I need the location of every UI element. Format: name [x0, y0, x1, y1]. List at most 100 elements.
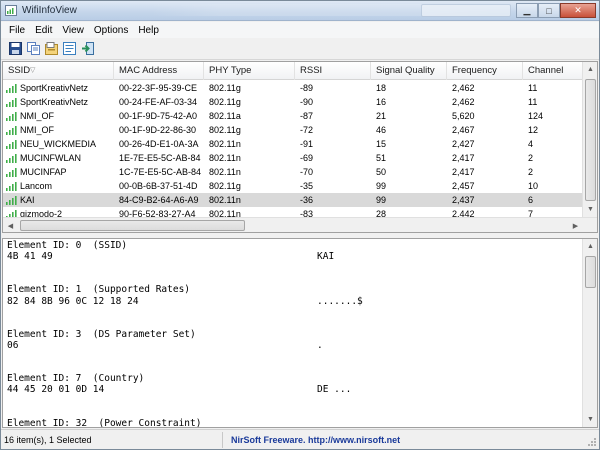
cell-rssi: -72 — [295, 123, 371, 137]
table-row[interactable]: MUCINFWLAN 1E-7E-E5-5C-AB-84 802.11n -69 51 2… — [3, 151, 583, 165]
scroll-up-icon[interactable]: ▲ — [583, 239, 597, 254]
copy-button[interactable] — [25, 40, 42, 57]
networks-list[interactable]: SSID ▽ MAC Address PHY Type RSSI Signal … — [2, 61, 598, 233]
cell-text: 2,462 — [452, 83, 475, 93]
column-header-signal[interactable]: Signal Quality — [371, 62, 447, 80]
cell-frequency: 2,457 — [447, 179, 523, 193]
cell-mac: 00-0B-6B-37-51-4D — [114, 179, 204, 193]
cell-text: 00-0B-6B-37-51-4D — [119, 181, 198, 191]
table-row[interactable]: Lancom 00-0B-6B-37-51-4D 802.11g -35 99 2,457… — [3, 179, 583, 193]
menu-view[interactable]: View — [57, 25, 89, 36]
scroll-down-icon[interactable]: ▼ — [583, 202, 597, 217]
cell-text: 11 — [528, 83, 538, 93]
close-button[interactable]: ✕ — [560, 3, 596, 18]
cell-channel: 2 — [523, 151, 583, 165]
table-row[interactable]: KAI 84-C9-B2-64-A6-A9 802.11n -36 99 2,437 6 — [3, 193, 583, 207]
table-row[interactable]: MUCINFAP 1C-7E-E5-5C-AB-84 802.11n -70 50 2,4… — [3, 165, 583, 179]
properties-button[interactable] — [61, 40, 78, 57]
scroll-down-icon[interactable]: ▼ — [583, 412, 597, 427]
cell-rssi: -69 — [295, 151, 371, 165]
hscroll-thumb[interactable] — [20, 220, 245, 231]
column-header-ssid[interactable]: SSID ▽ — [3, 62, 114, 80]
cell-ssid: SportKreativNetz — [3, 81, 114, 95]
item-count: 16 item(s), 1 Selected — [1, 431, 223, 448]
element-block: Element ID: 3 (DS Parameter Set) 06. — [7, 329, 577, 351]
details-pane[interactable]: Element ID: 0 (SSID) 4B 41 49 KAI Element I… — [2, 238, 598, 428]
cell-text: 12 — [528, 125, 539, 135]
list-vertical-scrollbar[interactable]: ▲ ▼ — [582, 62, 597, 217]
element-title: Element ID: 0 (SSID) — [7, 240, 128, 251]
cell-rssi: -36 — [295, 193, 371, 207]
background-search-box — [421, 4, 511, 17]
cell-channel: 4 — [523, 137, 583, 151]
cell-text: 21 — [376, 111, 387, 121]
cell-ssid: KAI — [3, 193, 114, 207]
cell-text: 11 — [528, 97, 538, 107]
sort-arrow-icon: ▽ — [30, 67, 36, 74]
cell-frequency: 2,437 — [447, 193, 523, 207]
scroll-left-icon[interactable]: ◀ — [3, 218, 18, 232]
status-bar: 16 item(s), 1 Selected NirSoft Freeware.… — [1, 429, 599, 449]
cell-text: 5,620 — [452, 111, 475, 121]
list-horizontal-scrollbar[interactable]: ◀ ▶ — [3, 217, 597, 232]
column-header-mac[interactable]: MAC Address — [114, 62, 204, 80]
table-row[interactable]: NMI_OF 00-1F-9D-22-86-30 802.11g -72 46 2,467… — [3, 123, 583, 137]
cell-text: 00-24-FE-AF-03-34 — [119, 97, 198, 107]
cell-text: 2,437 — [452, 195, 475, 205]
exit-button[interactable] — [79, 40, 96, 57]
element-block: Element ID: 0 (SSID) 4B 41 49 KAI — [7, 240, 577, 262]
cell-text: 00-26-4D-E1-0A-3A — [119, 139, 199, 149]
maximize-icon: □ — [546, 5, 552, 16]
scroll-right-icon[interactable]: ▶ — [568, 218, 583, 232]
table-row[interactable]: SportKreativNetz 00-24-FE-AF-03-34 802.11g… — [3, 95, 583, 109]
column-header-channel[interactable]: Channel — [523, 62, 583, 80]
scroll-thumb[interactable] — [585, 79, 596, 201]
menu-edit[interactable]: Edit — [30, 25, 57, 36]
column-header-frequency[interactable]: Frequency — [447, 62, 523, 80]
details-vertical-scrollbar[interactable]: ▲ ▼ — [582, 239, 597, 427]
cell-text: 802.11n — [209, 167, 241, 177]
copy-icon — [27, 42, 40, 55]
cell-rssi: -87 — [295, 109, 371, 123]
table-row[interactable]: NMI_OF 00-1F-9D-75-42-A0 802.11a -87 21 5,620… — [3, 109, 583, 123]
menu-file[interactable]: File — [4, 25, 30, 36]
column-header-phy[interactable]: PHY Type — [204, 62, 295, 80]
cell-phy: 802.11g — [204, 123, 295, 137]
cell-frequency: 2,462 — [447, 95, 523, 109]
cell-frequency: 2,427 — [447, 137, 523, 151]
column-header-rssi[interactable]: RSSI — [295, 62, 371, 80]
table-row[interactable]: NEU_WICKMEDIA 00-26-4D-E1-0A-3A 802.11n -91… — [3, 137, 583, 151]
list-header: SSID ▽ MAC Address PHY Type RSSI Signal … — [3, 62, 583, 80]
cell-text: KAI — [20, 195, 35, 205]
cell-text: MUCINFAP — [20, 167, 67, 177]
menu-help[interactable]: Help — [133, 25, 164, 36]
cell-frequency: 2,462 — [447, 81, 523, 95]
cell-mac: 1E-7E-E5-5C-AB-84 — [114, 151, 204, 165]
signal-strength-icon — [6, 154, 17, 163]
element-ascii: DE ... — [317, 384, 352, 396]
scroll-thumb[interactable] — [585, 256, 596, 288]
scroll-up-icon[interactable]: ▲ — [583, 62, 597, 77]
cell-phy: 802.11a — [204, 109, 295, 123]
signal-strength-icon — [6, 126, 17, 135]
maximize-button[interactable]: □ — [538, 3, 560, 18]
save-button[interactable] — [7, 40, 24, 57]
table-row[interactable]: SportKreativNetz 00-22-3F-95-39-CE 802.11g… — [3, 81, 583, 95]
signal-strength-icon — [6, 140, 17, 149]
element-ascii: . — [317, 339, 323, 351]
menu-options[interactable]: Options — [89, 25, 133, 36]
nirsoft-link[interactable]: NirSoft Freeware. http://www.nirsoft.net — [223, 435, 400, 445]
cell-text: -35 — [300, 181, 314, 191]
title-bar[interactable]: WifiInfoView ▁ □ ✕ — [1, 1, 599, 21]
resize-grip-icon[interactable] — [587, 437, 597, 447]
exit-icon — [82, 42, 94, 55]
cell-phy: 802.11n — [204, 193, 295, 207]
cell-text: 802.11g — [209, 83, 241, 93]
cell-text: 802.11g — [209, 97, 241, 107]
cell-text: 84-C9-B2-64-A6-A9 — [119, 195, 199, 205]
cell-ssid: SportKreativNetz — [3, 95, 114, 109]
html-report-button[interactable] — [43, 40, 60, 57]
main-window: WifiInfoView ▁ □ ✕ File Edit View Option… — [0, 0, 600, 450]
cell-signal: 18 — [371, 81, 447, 95]
minimize-button[interactable]: ▁ — [516, 3, 538, 18]
